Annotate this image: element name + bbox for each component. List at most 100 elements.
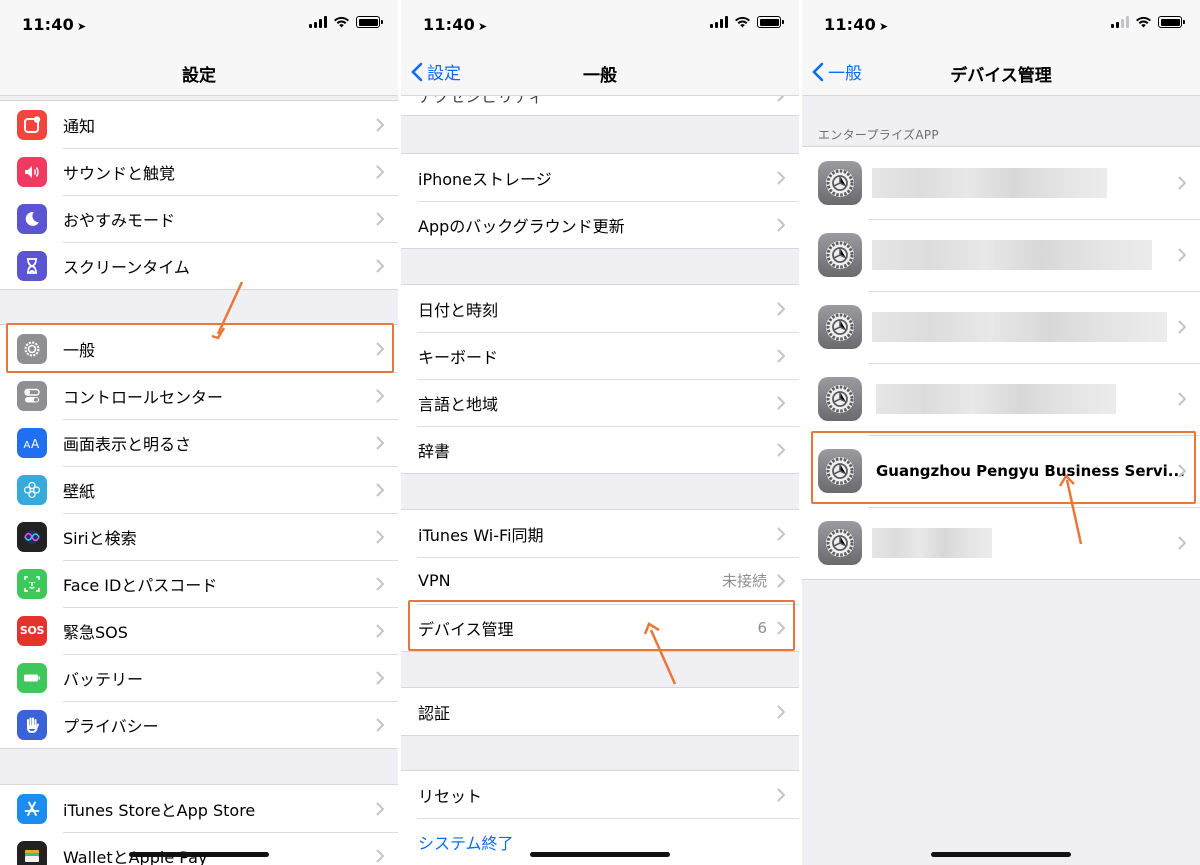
nav-bar: 設定 一般 <box>401 48 799 96</box>
general-item-label: iPhoneストレージ <box>418 169 552 189</box>
chevron-right-icon <box>1178 320 1186 334</box>
settings-item-screen-time[interactable]: スクリーンタイム <box>0 242 398 289</box>
cellular-signal-icon <box>1111 16 1129 28</box>
settings-item-battery[interactable]: バッテリー <box>0 654 398 701</box>
svg-text:A: A <box>31 437 40 451</box>
flower-icon <box>17 474 47 505</box>
wifi-icon <box>1136 16 1151 28</box>
chevron-right-icon <box>777 217 785 232</box>
redacted-app-name <box>872 240 1152 270</box>
settings-item-app-store[interactable]: iTunes StoreとApp Store <box>0 785 398 832</box>
general-item-device-management[interactable]: デバイス管理 6 <box>401 604 799 651</box>
settings-gear-icon <box>818 449 862 493</box>
sos-icon: SOS <box>17 615 47 646</box>
enterprise-app-section-header: エンタープライズAPP <box>818 128 939 142</box>
chevron-right-icon <box>777 787 785 802</box>
chevron-right-icon <box>1178 248 1186 262</box>
general-item-itunes-wifi-sync[interactable]: iTunes Wi-Fi同期 <box>401 510 799 557</box>
general-item-vpn[interactable]: VPN 未接続 <box>401 557 799 604</box>
settings-item-label: 一般 <box>63 340 96 360</box>
chevron-right-icon <box>376 341 384 356</box>
general-item-certification[interactable]: 認証 <box>401 688 799 735</box>
settings-item-label: コントロールセンター <box>63 387 224 407</box>
settings-item-control-center[interactable]: コントロールセンター <box>0 372 398 419</box>
chevron-right-icon <box>376 529 384 544</box>
chevron-right-icon <box>376 117 384 132</box>
settings-panel: 11:40 ➤ 設定 通知 サウンドと触覚 おやすみモード スクリーンタイム 一… <box>0 0 398 865</box>
settings-gear-icon <box>818 161 862 205</box>
general-item-date-time[interactable]: 日付と時刻 <box>401 285 799 332</box>
settings-item-wallet[interactable]: WalletとApple Pay <box>0 832 398 865</box>
chevron-right-icon <box>376 211 384 226</box>
enterprise-app-item[interactable] <box>802 147 1200 219</box>
home-indicator <box>129 852 269 857</box>
settings-item-emergency-sos[interactable]: SOS 緊急SOS <box>0 607 398 654</box>
general-item-label: iTunes Wi-Fi同期 <box>418 525 544 545</box>
location-icon: ➤ <box>477 20 488 33</box>
general-item-shut-down[interactable]: システム終了 <box>401 818 799 865</box>
redacted-app-name <box>872 168 1107 198</box>
chevron-right-icon <box>376 717 384 732</box>
settings-item-label: iTunes StoreとApp Store <box>63 800 256 820</box>
screenshot-frame: 11:40 ➤ 設定 通知 サウンドと触覚 おやすみモード スクリーンタイム 一… <box>0 0 1200 865</box>
cellular-signal-icon <box>309 16 327 28</box>
enterprise-app-item[interactable] <box>802 291 1200 363</box>
chevron-right-icon <box>777 442 785 457</box>
settings-item-label: Face IDとパスコード <box>63 575 218 595</box>
general-item-keyboard[interactable]: キーボード <box>401 332 799 379</box>
chevron-right-icon <box>376 164 384 179</box>
battery-icon <box>17 662 47 693</box>
general-item-storage[interactable]: iPhoneストレージ <box>401 154 799 201</box>
settings-item-sound[interactable]: サウンドと触覚 <box>0 148 398 195</box>
settings-item-siri[interactable]: Siriと検索 <box>0 513 398 560</box>
svg-text:A: A <box>24 440 31 451</box>
chevron-right-icon <box>777 526 785 541</box>
enterprise-app-item[interactable] <box>802 507 1200 579</box>
enterprise-app-item-guangzhou-pengyu[interactable]: Guangzhou Pengyu Business Servi... <box>802 435 1200 507</box>
settings-item-notifications[interactable]: 通知 <box>0 101 398 148</box>
enterprise-app-item[interactable] <box>802 363 1200 435</box>
chevron-right-icon <box>376 670 384 685</box>
settings-group-b: 一般 コントロールセンター AA 画面表示と明るさ 壁紙 Siriと検索 Fac… <box>0 324 398 749</box>
general-item-label: 認証 <box>418 703 451 723</box>
general-item-background-refresh[interactable]: Appのバックグラウンド更新 <box>401 201 799 248</box>
general-item-dictionary[interactable]: 辞書 <box>401 426 799 473</box>
general-item-language-region[interactable]: 言語と地域 <box>401 379 799 426</box>
chevron-right-icon <box>1178 536 1186 550</box>
sound-icon <box>17 156 47 187</box>
home-indicator <box>530 852 670 857</box>
chevron-right-icon <box>1178 464 1186 478</box>
cellular-signal-icon <box>710 16 728 28</box>
general-group-b: 日付と時刻 キーボード 言語と地域 辞書 <box>401 284 799 474</box>
sos-icon-text: SOS <box>19 624 45 637</box>
chevron-right-icon <box>376 258 384 273</box>
settings-item-label: 画面表示と明るさ <box>63 434 192 454</box>
general-group-c: iTunes Wi-Fi同期 VPN 未接続 デバイス管理 6 <box>401 509 799 652</box>
shut-down-link[interactable]: システム終了 <box>418 830 514 854</box>
settings-item-label: 緊急SOS <box>63 622 128 642</box>
settings-item-display[interactable]: AA 画面表示と明るさ <box>0 419 398 466</box>
battery-status-icon <box>757 16 784 28</box>
chevron-right-icon <box>777 170 785 185</box>
notification-icon <box>17 109 47 140</box>
settings-item-face-id[interactable]: Face IDとパスコード <box>0 560 398 607</box>
text-size-icon: AA <box>17 427 47 458</box>
settings-item-general[interactable]: 一般 <box>0 325 398 372</box>
page-title: デバイス管理 <box>950 66 1052 86</box>
enterprise-app-item[interactable] <box>802 219 1200 291</box>
hand-icon <box>17 709 47 740</box>
chevron-right-icon <box>376 623 384 638</box>
general-item-reset[interactable]: リセット <box>401 771 799 818</box>
settings-item-wallpaper[interactable]: 壁紙 <box>0 466 398 513</box>
chevron-right-icon <box>1178 176 1186 190</box>
wallet-icon <box>17 840 47 865</box>
app-store-icon <box>17 793 47 824</box>
settings-item-privacy[interactable]: プライバシー <box>0 701 398 748</box>
status-time: 11:40 ➤ <box>824 15 889 34</box>
chevron-right-icon <box>376 435 384 450</box>
redacted-app-name <box>872 312 1167 342</box>
battery-status-icon <box>356 16 383 28</box>
settings-item-label: スクリーンタイム <box>63 257 190 277</box>
settings-item-label: おやすみモード <box>63 210 176 230</box>
settings-item-do-not-disturb[interactable]: おやすみモード <box>0 195 398 242</box>
